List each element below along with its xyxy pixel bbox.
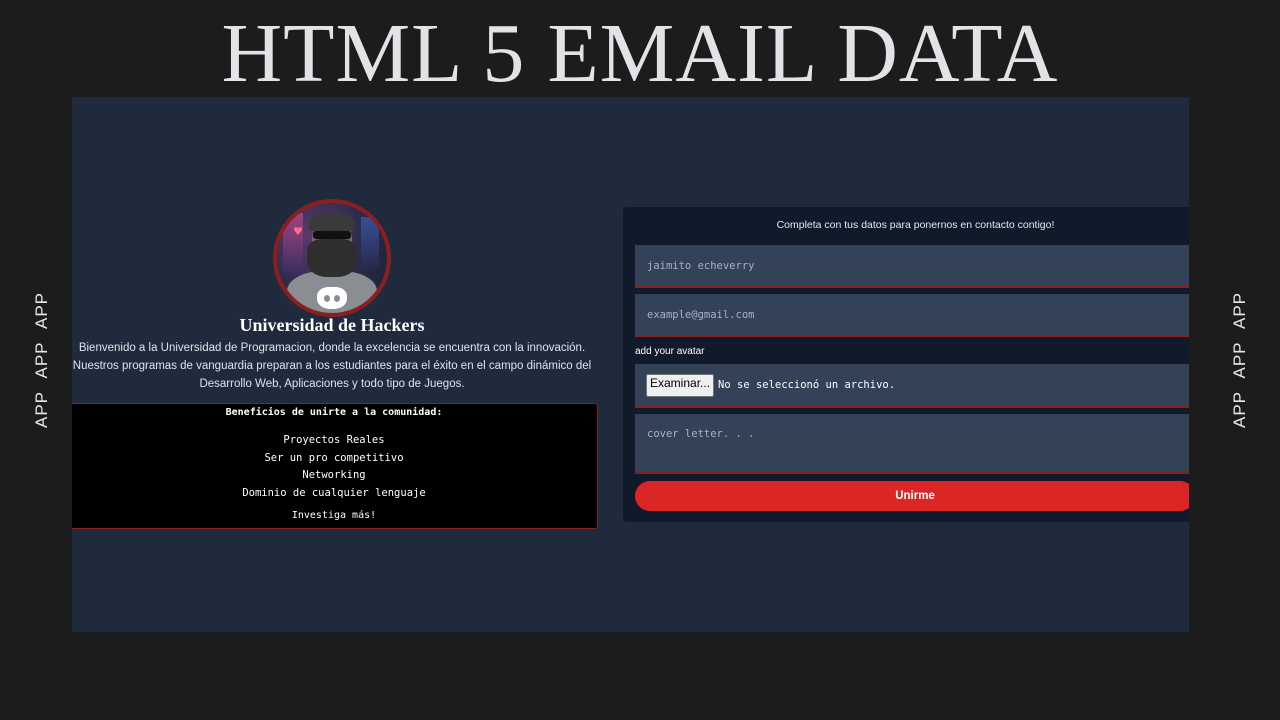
submit-button[interactable]: Unirme bbox=[635, 481, 1189, 511]
side-label-right: APP APP APP bbox=[1230, 291, 1249, 429]
side-label-left: APP APP APP bbox=[32, 291, 51, 429]
slide-title: HTML 5 EMAIL DATA bbox=[221, 7, 1059, 100]
slide: HTML 5 EMAIL DATA APP APP APP APP APP AP… bbox=[0, 0, 1280, 720]
app-screenshot-panel: ♥ Universidad de Hackers Bienvenido a la… bbox=[72, 97, 1189, 632]
avatar-glasses bbox=[313, 231, 351, 239]
avatar-label: add your avatar bbox=[635, 346, 705, 357]
neon-light-left bbox=[283, 213, 303, 273]
benefit-item: Dominio de cualquier lenguaje bbox=[242, 486, 426, 499]
profile-title: Universidad de Hackers bbox=[239, 315, 425, 335]
benefits-more-link[interactable]: Investiga más! bbox=[72, 510, 597, 521]
benefits-title: Beneficios de unirte a la comunidad: bbox=[225, 407, 443, 418]
cover-letter-input[interactable] bbox=[635, 414, 1189, 474]
heart-icon: ♥ bbox=[293, 225, 303, 238]
contact-form: Completa con tus datos para ponernos en … bbox=[623, 207, 1189, 522]
benefits-box: Beneficios de unirte a la comunidad: Pro… bbox=[72, 403, 598, 529]
file-browse-button[interactable]: Examinar... bbox=[646, 373, 715, 397]
profile-description: Bienvenido a la Universidad de Programac… bbox=[72, 342, 592, 390]
avatar-cap bbox=[309, 213, 355, 231]
name-input[interactable] bbox=[635, 245, 1189, 288]
benefits-list: Proyectos Reales Ser un pro competitivo … bbox=[72, 432, 597, 502]
form-heading: Completa con tus datos para ponernos en … bbox=[776, 219, 1055, 231]
benefit-item: Proyectos Reales bbox=[283, 434, 385, 446]
avatar-mask bbox=[307, 239, 357, 277]
discord-icon bbox=[317, 287, 347, 309]
avatar-file-input[interactable]: Examinar... No se seleccionó un archivo. bbox=[635, 364, 1189, 408]
benefit-item: Networking bbox=[302, 469, 366, 481]
email-input[interactable] bbox=[635, 294, 1189, 337]
neon-light-right bbox=[361, 217, 379, 267]
avatar: ♥ bbox=[273, 199, 391, 317]
benefit-item: Ser un pro competitivo bbox=[264, 451, 404, 464]
file-status-text: No se seleccionó un archivo. bbox=[718, 379, 896, 391]
